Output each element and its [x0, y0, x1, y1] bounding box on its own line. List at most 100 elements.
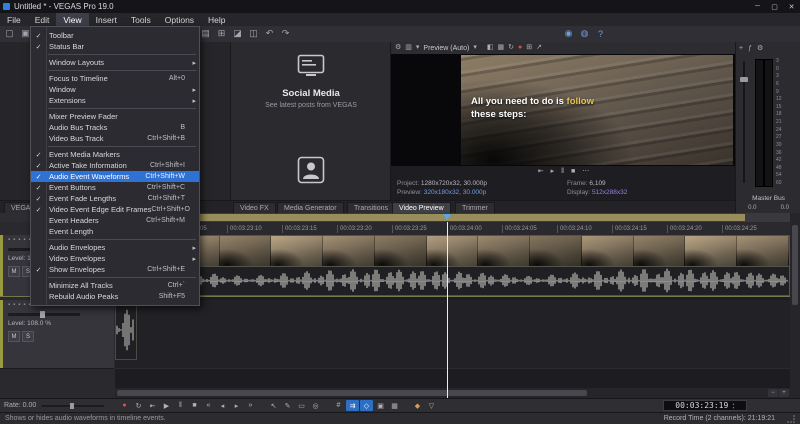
video-thumbnail[interactable] [685, 236, 738, 266]
video-thumbnail[interactable] [271, 236, 324, 266]
timeline-track-area[interactable] [115, 235, 790, 398]
video-thumbnail[interactable] [530, 236, 582, 266]
auto-ripple-button[interactable]: ⇉ [346, 400, 359, 411]
menu-item-minimize-all-tracks[interactable]: Minimize All Tracks Ctrl+` [31, 280, 199, 291]
play-button[interactable]: ▶ [160, 400, 173, 411]
video-thumbnail[interactable] [737, 236, 789, 266]
menubar-item-help[interactable]: Help [201, 13, 232, 26]
timecode-spinner[interactable]: ▴ ▾ [732, 401, 734, 410]
menu-item-audio-envelopes[interactable]: Audio Envelopes ▸ [31, 242, 199, 253]
menu-item-status-bar[interactable]: ✓ Status Bar [31, 41, 199, 52]
envelope-edit-tool-button[interactable]: ✎ [281, 400, 294, 411]
record-button[interactable]: ● [118, 400, 131, 411]
new-project-icon[interactable]: ▢ [3, 27, 16, 40]
pan-crop-icon[interactable]: ⊞ [526, 42, 532, 54]
menubar-item-options[interactable]: Options [158, 13, 201, 26]
menu-item-audio-event-waveforms[interactable]: ✓ Audio Event Waveforms Ctrl+Shift+W [31, 171, 199, 182]
master-fader-handle[interactable] [740, 77, 748, 82]
enable-snapping-button[interactable]: # [332, 400, 345, 411]
video-output-icon[interactable]: ▥ [405, 42, 412, 54]
solo-button[interactable]: S [22, 331, 34, 342]
video-thumbnail[interactable] [374, 236, 427, 266]
video-thumbnail[interactable] [633, 236, 686, 266]
pause-button[interactable]: ‖ [174, 400, 187, 411]
play-from-start-icon[interactable]: ⇤ [538, 166, 544, 178]
menu-item-rebuild-audio-peaks[interactable]: Rebuild Audio Peaks Shift+F5 [31, 291, 199, 302]
menu-item-event-fade-lengths[interactable]: ✓ Event Fade Lengths Ctrl+Shift+T [31, 193, 199, 204]
zoom-edit-tool-button[interactable]: ◎ [309, 400, 322, 411]
video-overlays-icon[interactable]: ▦ [497, 42, 504, 54]
track-2-audio-event[interactable] [115, 302, 137, 360]
play-icon[interactable]: ▸ [551, 166, 555, 178]
menubar-item-view[interactable]: View [56, 13, 89, 26]
menu-item-active-take-information[interactable]: ✓ Active Take Information Ctrl+Shift+I [31, 160, 199, 171]
menu-item-video-bus-track[interactable]: Video Bus Track Ctrl+Shift+B [31, 133, 199, 144]
split-event-button[interactable]: ▦ [388, 400, 401, 411]
loop-playback-icon[interactable]: ↻ [508, 42, 514, 54]
playhead-marker[interactable] [443, 214, 451, 220]
menu-item-event-headers[interactable]: Event Headers Ctrl+Shift+M [31, 215, 199, 226]
video-thumbnail[interactable] [478, 236, 531, 266]
timecode-display[interactable]: 00:03:23:19 ▴ ▾ [663, 400, 747, 411]
menu-item-mixer-preview-fader[interactable]: Mixer Preview Fader [31, 111, 199, 122]
mute-button[interactable]: M [8, 266, 20, 277]
next-frame-button[interactable]: ▸ [230, 400, 243, 411]
menu-item-video-envelopes[interactable]: Video Envelopes ▸ [31, 253, 199, 264]
menubar-item-tools[interactable]: Tools [124, 13, 158, 26]
menu-item-event-media-markers[interactable]: ✓ Event Media Markers [31, 149, 199, 160]
zoom-in-button[interactable]: + [779, 389, 789, 397]
scrollbar-thumb[interactable] [117, 390, 587, 396]
stop-button[interactable]: ■ [188, 400, 201, 411]
lock-envelopes-button[interactable]: ◇ [360, 400, 373, 411]
menu-item-focus-to-timeline[interactable]: Focus to Timeline Alt+0 [31, 73, 199, 84]
chevron-down-icon[interactable]: ▾ [416, 42, 420, 54]
video-thumbnail[interactable] [426, 236, 479, 266]
track-2-lane[interactable] [115, 300, 790, 369]
insert-bus-icon[interactable]: + [739, 43, 743, 55]
rate-slider-handle[interactable] [70, 403, 74, 409]
pause-icon[interactable]: ‖ [561, 166, 564, 178]
menu-item-toolbar[interactable]: ✓ Toolbar [31, 30, 199, 41]
chevron-down-icon[interactable]: ▾ [473, 42, 477, 54]
video-thumbnail[interactable] [581, 236, 634, 266]
resize-grip[interactable] [787, 414, 795, 423]
menubar-item-insert[interactable]: Insert [89, 13, 124, 26]
selection-edit-tool-button[interactable]: ▭ [295, 400, 308, 411]
loop-region[interactable] [115, 214, 745, 221]
normal-edit-tool-button[interactable]: ↖ [267, 400, 280, 411]
close-button[interactable]: ✕ [783, 0, 800, 13]
rate-slider[interactable] [42, 403, 104, 409]
loop-playback-button[interactable]: ↻ [132, 400, 145, 411]
record-preview-icon[interactable]: ● [518, 42, 522, 54]
playhead[interactable] [447, 222, 448, 398]
menu-item-extensions[interactable]: Extensions ▸ [31, 95, 199, 106]
menu-item-show-envelopes[interactable]: ✓ Show Envelopes Ctrl+Shift+E [31, 264, 199, 275]
menu-item-event-buttons[interactable]: ✓ Event Buttons Ctrl+Shift+C [31, 182, 199, 193]
zoom-out-button[interactable]: − [768, 389, 778, 397]
menu-item-window[interactable]: Window ▸ [31, 84, 199, 95]
track-level-slider[interactable] [8, 311, 80, 318]
menubar-item-edit[interactable]: Edit [28, 13, 57, 26]
insert-region-button[interactable]: ▽ [425, 400, 438, 411]
timeline-ruler[interactable]: 00:03:23:0000:03:23:0500:03:23:1000:03:2… [115, 222, 790, 236]
audio-event[interactable] [115, 267, 790, 296]
play-from-start-button[interactable]: ⇤ [146, 400, 159, 411]
maximize-button[interactable]: ▢ [766, 0, 783, 13]
mute-button[interactable]: M [8, 331, 20, 342]
split-screen-view-icon[interactable]: ◧ [487, 42, 494, 54]
preview-quality-dropdown[interactable]: Preview (Auto) [423, 45, 469, 52]
interactive-tutorials-icon[interactable]: ◉ [562, 27, 575, 40]
cut-icon[interactable]: ◪ [231, 27, 244, 40]
video-thumbnail[interactable] [219, 236, 272, 266]
copy-icon[interactable]: ◫ [247, 27, 260, 40]
video-thumbnail[interactable] [323, 236, 375, 266]
horizontal-scrollbar[interactable]: − + [115, 388, 790, 398]
insert-bus-fx-icon[interactable]: ƒ [748, 43, 752, 55]
save-project-icon[interactable]: ▤ [199, 27, 212, 40]
go-to-start-button[interactable]: « [202, 400, 215, 411]
insert-marker-button[interactable]: ◆ [411, 400, 424, 411]
menu-item-audio-bus-tracks[interactable]: Audio Bus Tracks B [31, 122, 199, 133]
external-monitor-icon[interactable]: ↗ [536, 42, 542, 54]
project-properties-icon[interactable]: ⊞ [215, 27, 228, 40]
menu-item-window-layouts[interactable]: Window Layouts ▸ [31, 57, 199, 68]
